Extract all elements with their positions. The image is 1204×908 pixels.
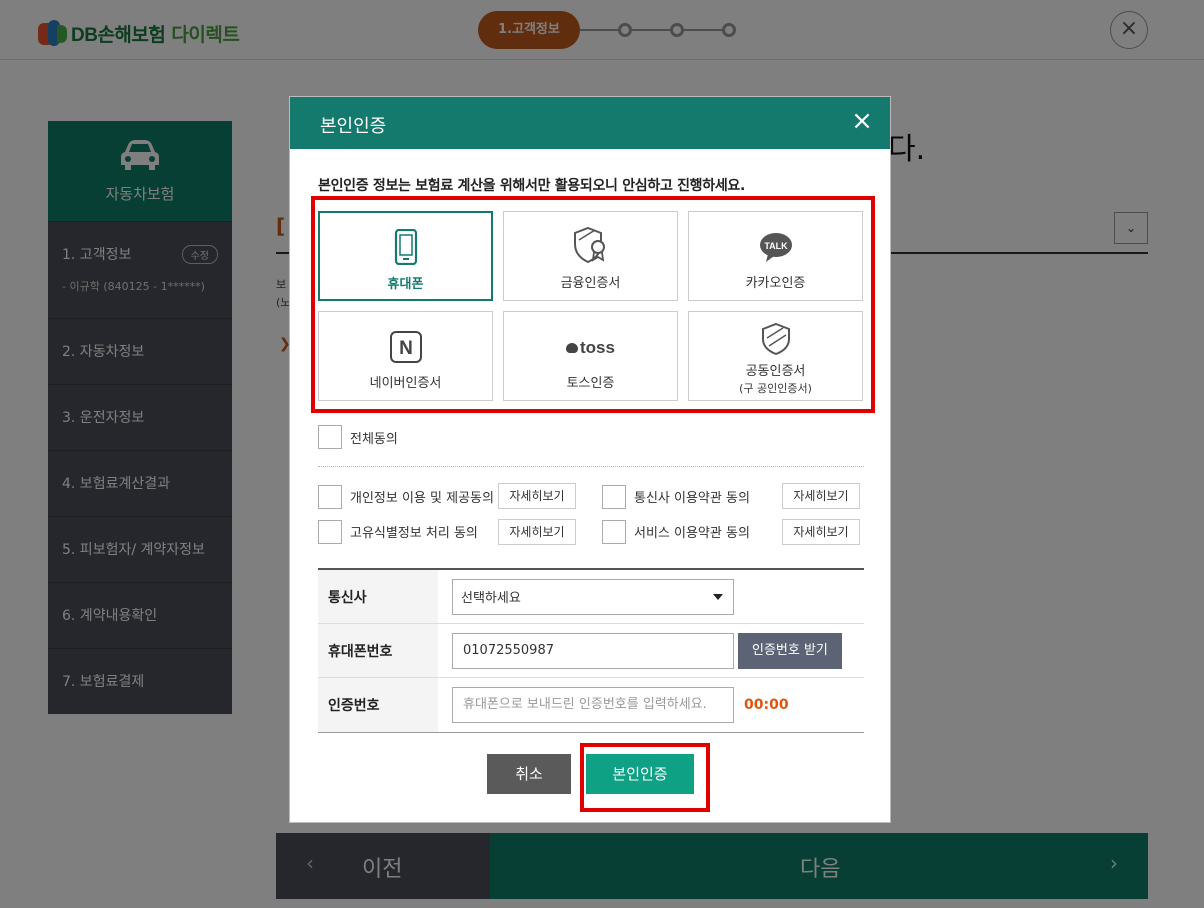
agree-unique-id-checkbox[interactable] xyxy=(318,520,342,544)
agree-carrier-terms-checkbox[interactable] xyxy=(602,485,626,509)
modal-header: 본인인증 × xyxy=(290,97,890,149)
request-code-button[interactable]: 인증번호 받기 xyxy=(738,632,842,669)
code-label: 인증번호 xyxy=(318,678,438,732)
carrier-select[interactable]: 선택하세요 xyxy=(452,578,734,615)
phone-label: 휴대폰번호 xyxy=(318,624,438,677)
code-timer: 00:00 xyxy=(744,697,789,713)
agree-carrier-terms-label: 통신사 이용약관 동의 xyxy=(634,491,750,506)
agree-all-checkbox[interactable] xyxy=(318,425,342,449)
highlight-box-verify-button xyxy=(580,743,710,812)
agree-all-label: 전체동의 xyxy=(350,432,398,447)
code-row: 인증번호 휴대폰으로 보내드린 인증번호를 입력하세요. 00:00 xyxy=(318,678,864,732)
carrier-row: 통신사 선택하세요 xyxy=(318,570,864,624)
phone-auth-form: 통신사 선택하세요 휴대폰번호 01072550987 인증번호 받기 인증번호… xyxy=(318,568,864,733)
agree-service-terms-label: 서비스 이용약관 동의 xyxy=(634,526,750,541)
divider xyxy=(318,466,864,467)
verification-notice: 본인인증 정보는 보험료 계산을 위해서만 활용되오니 안심하고 진행하세요. xyxy=(318,178,746,194)
privacy-detail-button[interactable]: 자세히보기 xyxy=(498,483,576,509)
carrier-select-value: 선택하세요 xyxy=(461,591,521,606)
dropdown-arrow-icon xyxy=(713,593,723,600)
service-terms-detail-button[interactable]: 자세히보기 xyxy=(782,519,860,545)
verification-code-input[interactable]: 휴대폰으로 보내드린 인증번호를 입력하세요. xyxy=(452,687,734,723)
identity-verification-modal: 본인인증 × 본인인증 정보는 보험료 계산을 위해서만 활용되오니 안심하고 … xyxy=(289,96,891,823)
unique-id-detail-button[interactable]: 자세히보기 xyxy=(498,519,576,545)
modal-title: 본인인증 xyxy=(320,116,387,137)
phone-number-input[interactable]: 01072550987 xyxy=(452,632,734,669)
close-icon[interactable]: × xyxy=(850,108,874,136)
phone-row: 휴대폰번호 01072550987 인증번호 받기 xyxy=(318,624,864,678)
agree-unique-id-label: 고유식별정보 처리 동의 xyxy=(350,526,478,541)
carrier-terms-detail-button[interactable]: 자세히보기 xyxy=(782,483,860,509)
cancel-button[interactable]: 취소 xyxy=(487,754,571,794)
agree-privacy-checkbox[interactable] xyxy=(318,485,342,509)
highlight-box-auth-methods xyxy=(311,196,875,413)
agree-service-terms-checkbox[interactable] xyxy=(602,520,626,544)
agree-privacy-label: 개인정보 이용 및 제공동의 xyxy=(350,491,494,506)
carrier-label: 통신사 xyxy=(318,570,438,623)
